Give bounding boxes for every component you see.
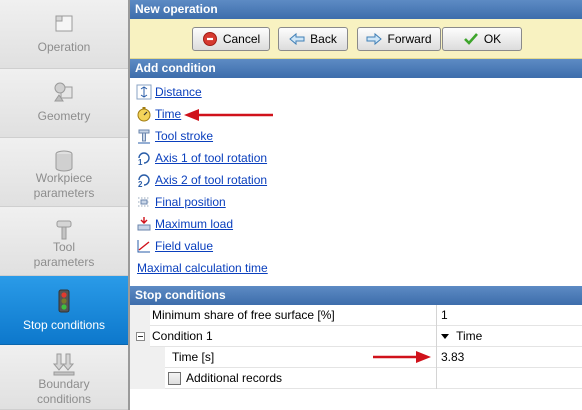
dropdown-triangle-icon xyxy=(441,334,449,340)
sidebar-item-label: Boundary xyxy=(38,377,90,391)
sidebar-item-label: Stop conditions xyxy=(22,318,106,332)
stopwatch-icon xyxy=(137,107,151,122)
annotation-arrow-time-value xyxy=(373,351,431,363)
geometry-icon xyxy=(54,82,73,102)
sidebar-item-stop-conditions[interactable]: Stop conditions xyxy=(0,276,128,345)
sidebar-item-label: conditions xyxy=(36,392,92,406)
condition1-label: Condition 1 xyxy=(152,329,213,343)
grid-empty-area xyxy=(130,389,582,410)
sidebar-item-label: Operation xyxy=(37,40,91,54)
condition1-type-value: Time xyxy=(456,329,483,343)
min-share-value[interactable]: 1 xyxy=(436,305,582,326)
time-value-field[interactable]: 3.83 xyxy=(436,347,582,368)
arrow-left-icon xyxy=(289,32,305,46)
axis2-rotation-icon: 2 xyxy=(138,174,150,188)
time-link[interactable]: Time xyxy=(155,107,181,121)
svg-text:2: 2 xyxy=(138,180,143,188)
operation-icon xyxy=(55,15,73,32)
grid-gutter xyxy=(130,347,150,368)
add-condition-distance[interactable]: Distance xyxy=(136,83,202,101)
cancel-icon xyxy=(202,32,217,46)
distance-icon xyxy=(136,84,152,100)
stop-conditions-header: Stop conditions xyxy=(130,286,582,305)
additional-records-value xyxy=(436,368,582,389)
add-condition-axis1-rotation[interactable]: 1 Axis 1 of tool rotation xyxy=(136,149,267,167)
forward-button-label: Forward xyxy=(387,32,432,46)
add-condition-tool-stroke[interactable]: Tool stroke xyxy=(136,127,213,145)
field-value-link[interactable]: Field value xyxy=(155,239,213,253)
sidebar-item-label: Geometry xyxy=(37,109,91,123)
tool-stroke-link[interactable]: Tool stroke xyxy=(155,129,213,143)
sidebar-item-label: parameters xyxy=(33,186,95,200)
condition1-type-dropdown[interactable]: Time xyxy=(436,326,582,347)
add-condition-maximum-load[interactable]: Maximum load xyxy=(136,215,233,233)
cancel-button-label: Cancel xyxy=(222,32,261,46)
grid-indent xyxy=(150,347,165,368)
tool-stroke-icon xyxy=(138,129,150,144)
add-condition-header: Add condition xyxy=(130,59,582,78)
grid-row-additional-records[interactable]: Additional records xyxy=(130,368,582,389)
sidebar-item-label: Workpiece xyxy=(35,171,93,185)
sidebar-item-label: parameters xyxy=(33,255,95,269)
add-condition-axis2-rotation[interactable]: 2 Axis 2 of tool rotation xyxy=(136,171,267,189)
svg-text:1: 1 xyxy=(138,158,143,166)
grid-row-condition1[interactable]: Condition 1 Time xyxy=(130,326,582,347)
maximum-load-link[interactable]: Maximum load xyxy=(155,217,233,231)
grid-row-time[interactable]: Time [s] 3.83 xyxy=(130,347,582,368)
additional-records-label: Additional records xyxy=(186,371,283,385)
sidebar-item-label: Tool xyxy=(52,240,75,254)
cancel-button[interactable]: Cancel xyxy=(192,27,270,51)
forward-button[interactable]: Forward xyxy=(357,27,441,51)
back-button-label: Back xyxy=(310,32,337,46)
arrow-right-icon xyxy=(366,32,383,46)
sidebar-item-boundary-conditions[interactable]: Boundary conditions xyxy=(0,345,128,410)
final-position-link[interactable]: Final position xyxy=(155,195,226,209)
add-condition-time[interactable]: Time xyxy=(136,105,181,123)
grid-gutter xyxy=(130,326,150,347)
ok-button[interactable]: OK xyxy=(442,27,522,51)
axis1-rotation-icon: 1 xyxy=(138,152,150,166)
field-value-icon xyxy=(137,240,150,253)
distance-link[interactable]: Distance xyxy=(155,85,202,99)
add-condition-max-calc-time[interactable]: Maximal calculation time xyxy=(137,259,268,277)
add-condition-field-value[interactable]: Field value xyxy=(136,237,213,255)
collapse-icon[interactable] xyxy=(136,332,145,341)
grid-gutter xyxy=(130,305,150,326)
checkmark-icon xyxy=(463,33,478,45)
sidebar: Operation Geometry Workpiece parameters … xyxy=(0,0,128,410)
annotation-arrow-time xyxy=(184,109,273,121)
sidebar-item-operation[interactable]: Operation xyxy=(0,0,128,69)
grid-gutter xyxy=(130,368,150,389)
grid-indent xyxy=(150,368,165,389)
sidebar-item-workpiece-parameters[interactable]: Workpiece parameters xyxy=(0,138,128,207)
sidebar-item-tool-parameters[interactable]: Tool parameters xyxy=(0,207,128,276)
time-label: Time [s] xyxy=(172,350,215,364)
page-title: New operation xyxy=(130,0,582,19)
traffic-light-icon xyxy=(58,289,70,313)
max-calc-time-link[interactable]: Maximal calculation time xyxy=(137,261,268,275)
sidebar-item-geometry[interactable]: Geometry xyxy=(0,69,128,138)
maximum-load-icon xyxy=(137,217,151,231)
axis2-rotation-link[interactable]: Axis 2 of tool rotation xyxy=(155,173,267,187)
wizard-toolbar: Cancel Back Forward OK xyxy=(130,19,582,59)
boundary-icon xyxy=(52,353,75,376)
final-position-icon xyxy=(138,197,150,207)
min-share-label: Minimum share of free surface [%] xyxy=(152,308,335,322)
back-button[interactable]: Back xyxy=(278,27,348,51)
axis1-rotation-link[interactable]: Axis 1 of tool rotation xyxy=(155,151,267,165)
ok-button-label: OK xyxy=(483,32,502,46)
main-panel: New operation Cancel Back Forward OK Add… xyxy=(130,0,582,410)
additional-records-checkbox[interactable] xyxy=(168,372,181,385)
grid-row-min-share[interactable]: Minimum share of free surface [%] 1 xyxy=(130,305,582,326)
add-condition-final-position[interactable]: Final position xyxy=(136,193,226,211)
